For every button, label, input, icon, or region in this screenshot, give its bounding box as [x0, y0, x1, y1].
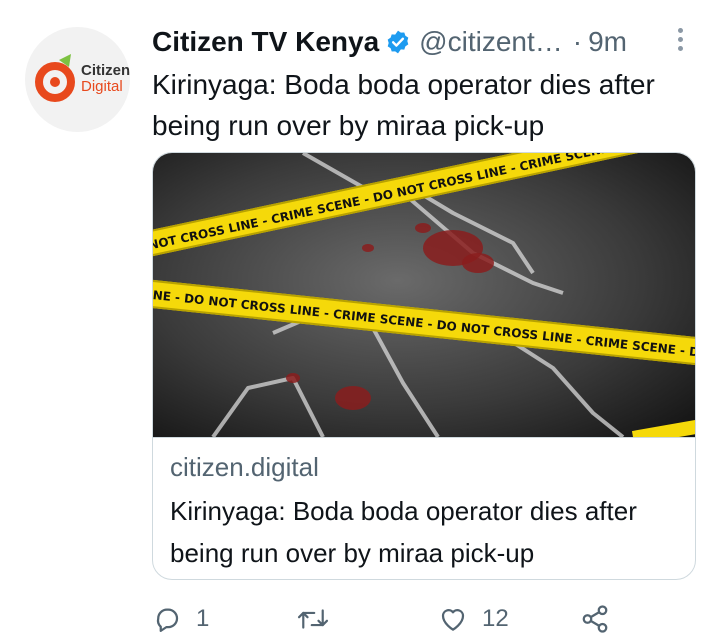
like-count: 12 — [482, 605, 509, 632]
tweet-text: Kirinyaga: Boda boda operator dies after… — [152, 69, 655, 141]
like-button[interactable]: 12 — [438, 604, 509, 633]
heart-icon — [441, 609, 465, 631]
avatar-logo-line2: Digital — [81, 78, 123, 95]
card-body[interactable]: citizen.digital Kirinyaga: Boda boda ope… — [153, 437, 695, 579]
more-options-icon[interactable] — [676, 28, 684, 56]
tweet-actions: 1 12 — [152, 600, 712, 633]
author-avatar[interactable]: Citizen Digital — [25, 27, 130, 132]
tweet-timestamp[interactable]: 9m — [588, 26, 627, 58]
retweet-icon — [297, 609, 329, 629]
card-domain: citizen.digital — [170, 452, 319, 482]
share-button[interactable] — [580, 604, 610, 633]
tweet-header: Citizen TV Kenya @citizent… · 9m — [152, 22, 692, 62]
retweet-button[interactable] — [296, 604, 344, 633]
reply-count: 1 — [196, 605, 210, 632]
share-icon — [582, 605, 608, 633]
reply-button[interactable]: 1 — [152, 604, 209, 633]
avatar-logo-text: Citizen Digital — [81, 63, 130, 94]
link-preview-card[interactable]: NOT CROSS LINE - CRIME SCENE - DO NOT CR… — [152, 152, 696, 580]
card-title: Kirinyaga: Boda boda operator dies after… — [170, 496, 637, 568]
author-name[interactable]: Citizen TV Kenya — [152, 26, 379, 58]
separator-dot: · — [572, 26, 583, 57]
verified-badge-icon — [385, 29, 411, 55]
author-handle[interactable]: @citizent… — [419, 26, 563, 58]
avatar-logo-line1: Citizen — [81, 62, 130, 79]
card-image[interactable]: NOT CROSS LINE - CRIME SCENE - DO NOT CR… — [153, 153, 695, 437]
reply-icon — [156, 608, 179, 632]
